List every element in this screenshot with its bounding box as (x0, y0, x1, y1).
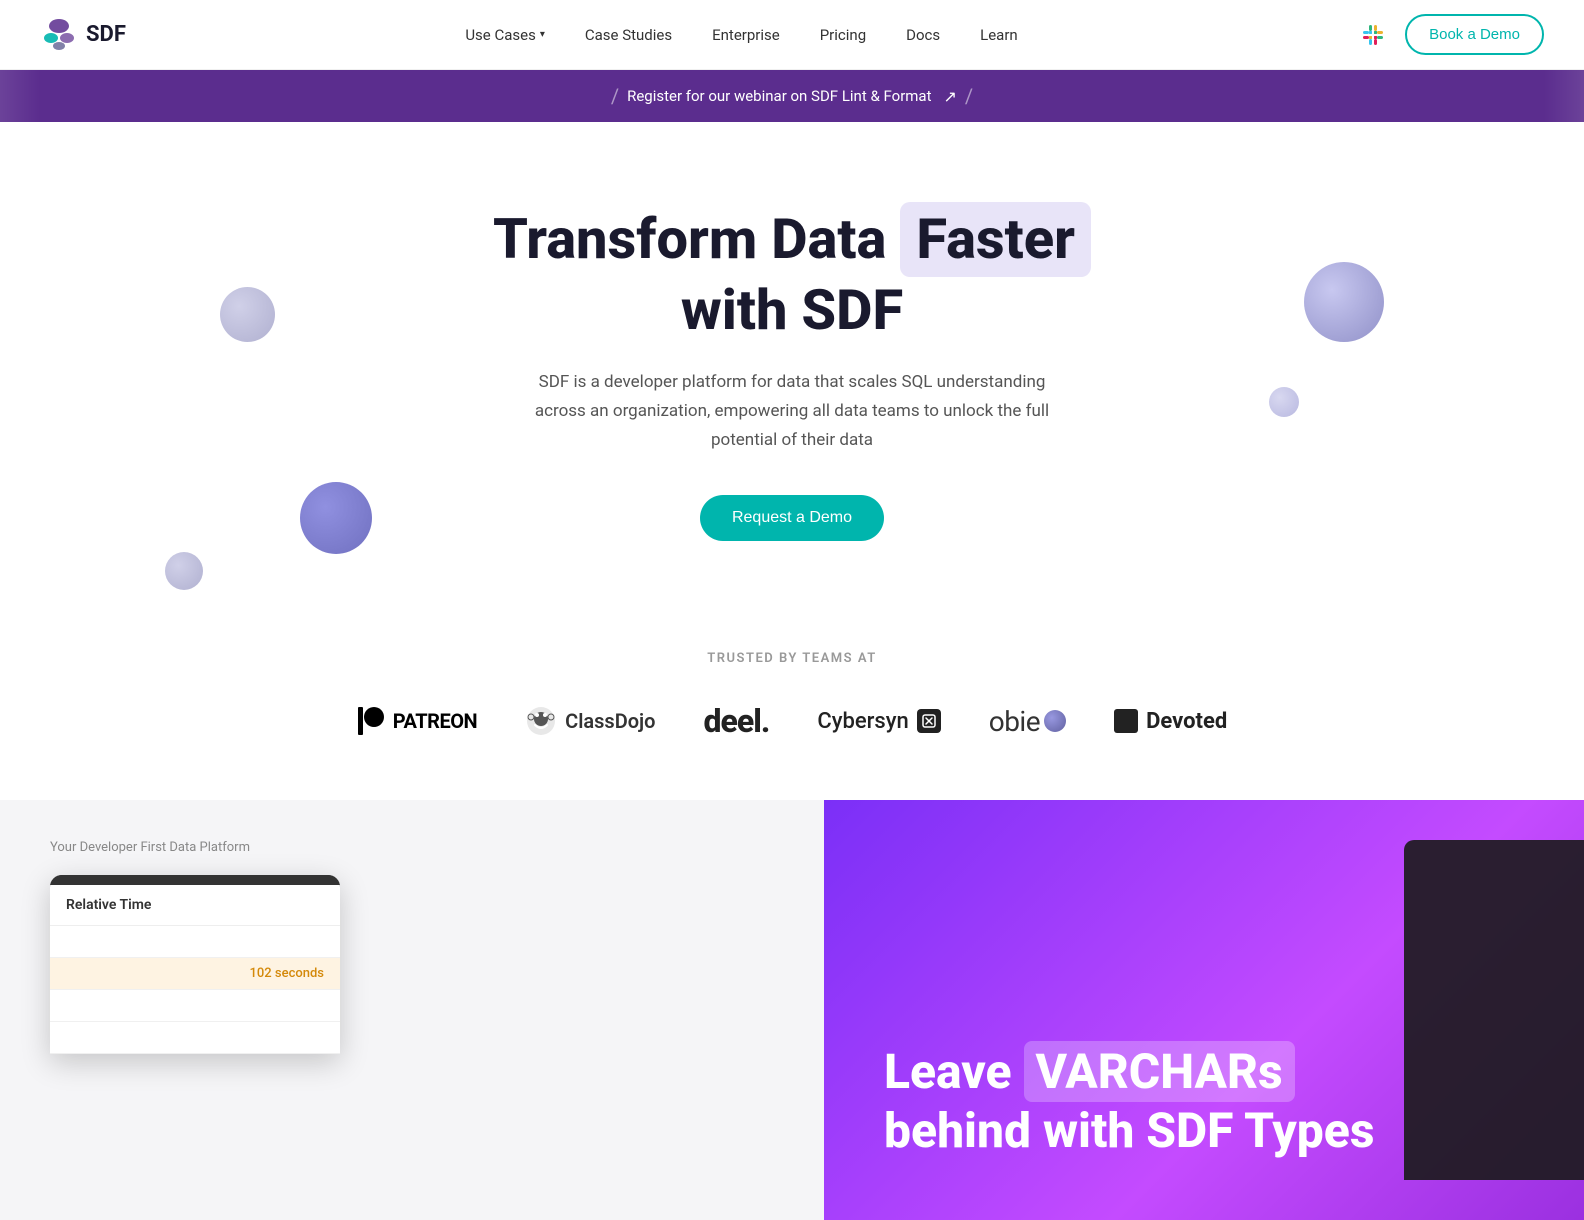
bottom-left-label: Your Developer First Data Platform (50, 840, 774, 855)
announcement-banner[interactable]: / Register for our webinar on SDF Lint &… (0, 70, 1584, 122)
obie-logo: obie (989, 705, 1066, 738)
card-row-empty-2 (50, 990, 340, 1022)
obie-text: obie (989, 705, 1040, 738)
nav-enterprise[interactable]: Enterprise (696, 18, 796, 52)
devoted-text: Devoted (1146, 709, 1227, 734)
patreon-logo: PATREON (357, 705, 477, 737)
nav-learn[interactable]: Learn (964, 18, 1034, 52)
devoted-square (1114, 709, 1138, 733)
nav-links: Use Cases ▾ Case Studies Enterprise Pric… (449, 18, 1033, 52)
card-title-row: Relative Time (50, 885, 340, 926)
book-demo-button[interactable]: Book a Demo (1405, 14, 1544, 55)
logo[interactable]: SDF (40, 16, 126, 54)
classdojo-logo: ClassDojo (525, 705, 655, 737)
hero-title-highlight: Faster (900, 202, 1091, 277)
nav-docs[interactable]: Docs (890, 18, 956, 52)
banner-arrow-icon: ↗ (944, 87, 957, 106)
orb-5 (165, 552, 203, 590)
trusted-label: TRUSTED BY TEAMS AT (40, 651, 1544, 666)
bottom-right-title-part2: behind with SDF Types (884, 1102, 1374, 1159)
request-demo-button[interactable]: Request a Demo (700, 495, 884, 541)
card-row-label (66, 966, 250, 981)
nav-use-cases[interactable]: Use Cases ▾ (449, 18, 561, 52)
bottom-right-panel (1404, 840, 1584, 1180)
orb-3 (1269, 387, 1299, 417)
card-row-empty-1 (50, 926, 340, 958)
logo-text: SDF (86, 22, 126, 47)
cybersyn-box (917, 709, 941, 733)
hero-title-part2: with SDF (681, 277, 903, 343)
card-row-empty-3 (50, 1022, 340, 1054)
hero-section: Transform Data Faster with SDF SDF is a … (0, 122, 1584, 601)
classdojo-text: ClassDojo (565, 709, 655, 733)
card-header-bar (50, 875, 340, 885)
card-body: Relative Time 102 seconds (50, 885, 340, 1054)
trusted-section: TRUSTED BY TEAMS AT PATREON ClassDojo (0, 601, 1584, 780)
bottom-right-title-part1: Leave (884, 1043, 1012, 1100)
banner-slash-left: / (611, 84, 619, 108)
trusted-logos: PATREON ClassDojo deel. Cybersyn (40, 702, 1544, 740)
banner-slash-right: / (965, 84, 973, 108)
deel-text: deel. (703, 702, 769, 740)
devoted-logo: Devoted (1114, 709, 1227, 734)
card-preview: Relative Time 102 seconds (50, 875, 340, 1054)
banner-text: Register for our webinar on SDF Lint & F… (627, 87, 931, 105)
card-row-highlighted: 102 seconds (50, 958, 340, 990)
deel-logo: deel. (703, 702, 769, 740)
navbar: SDF Use Cases ▾ Case Studies Enterprise … (0, 0, 1584, 70)
bottom-section: Your Developer First Data Platform Relat… (0, 800, 1584, 1220)
hero-title-part1: Transform Data (493, 206, 886, 272)
bottom-right: Leave VARCHARs behind with SDF Types (824, 800, 1584, 1220)
nav-pricing[interactable]: Pricing (804, 18, 882, 52)
nav-right: Book a Demo (1357, 14, 1544, 55)
bottom-right-highlight: VARCHARs (1024, 1041, 1295, 1103)
cybersyn-logo: Cybersyn (817, 709, 940, 734)
nav-case-studies[interactable]: Case Studies (569, 18, 688, 52)
hero-subtitle: SDF is a developer platform for data tha… (532, 368, 1052, 455)
hero-title: Transform Data Faster with SDF (40, 202, 1544, 344)
patreon-text: PATREON (393, 709, 477, 733)
card-row-value: 102 seconds (250, 966, 324, 981)
obie-orb-small (1044, 710, 1066, 732)
orb-4 (300, 482, 372, 554)
slack-icon[interactable] (1357, 19, 1389, 51)
cybersyn-text: Cybersyn (817, 709, 908, 734)
chevron-down-icon: ▾ (540, 29, 545, 40)
bottom-left: Your Developer First Data Platform Relat… (0, 800, 824, 1220)
